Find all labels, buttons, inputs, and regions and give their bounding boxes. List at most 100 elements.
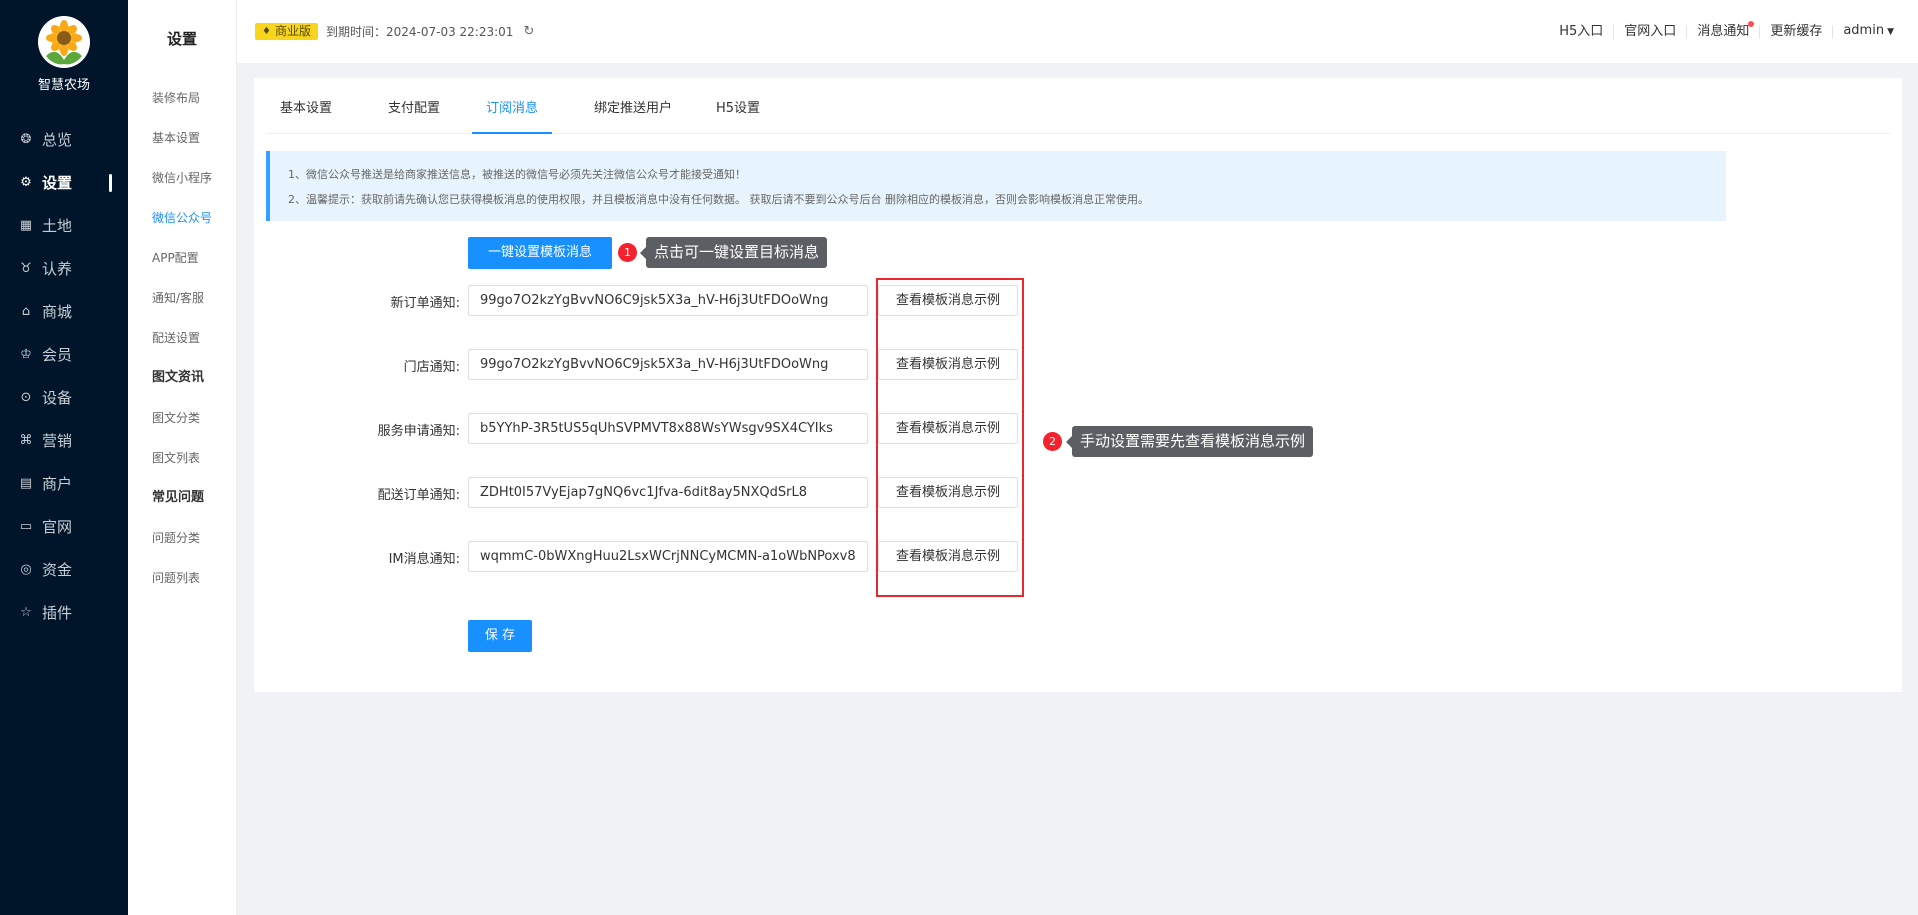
sidebar-item-1[interactable]: ⚙ 设置 <box>0 161 128 204</box>
edition-badge: ♦ 商业版 <box>255 23 318 40</box>
template-id-input[interactable] <box>468 477 868 508</box>
tab-subscribe[interactable]: 订阅消息 <box>472 96 553 134</box>
sidebar-item-9[interactable]: ▭ 官网 <box>0 505 128 548</box>
field-label: 服务申请通知: <box>377 424 460 439</box>
edition-badge-label: 商业版 <box>274 24 311 38</box>
notice-line-1: 1、微信公众号推送是给商家推送信息，被推送的微信号必须先关注微信公众号才能接受通… <box>288 168 746 181</box>
sidebar-item-label: 会员 <box>42 346 73 364</box>
tab-payment[interactable]: 支付配置 <box>374 96 454 134</box>
message-notice-link[interactable]: 消息通知 <box>1687 20 1761 39</box>
sidebar-item-label: 插件 <box>42 604 73 622</box>
refresh-icon[interactable]: ↻ <box>523 24 534 39</box>
sub-nav-item-0[interactable]: 装修布局 <box>128 78 236 118</box>
notice-line-2: 2、温馨提示：获取前请先确认您已获得模板消息的使用权限，并且模板消息中没有任何数… <box>288 193 1149 206</box>
sidebar-item-4[interactable]: ⌂ 商城 <box>0 290 128 333</box>
sub-nav-item-2[interactable]: 微信小程序 <box>128 158 236 198</box>
highlight-frame <box>876 278 1024 597</box>
sub-nav-group: 常见问题 <box>152 490 205 505</box>
sidebar-item-label: 总览 <box>42 131 73 149</box>
shop-icon: ⌂ <box>21 304 31 319</box>
sub-nav-item-1[interactable]: 基本设置 <box>128 118 236 158</box>
sub-nav-item-11[interactable]: 问题分类 <box>128 518 236 558</box>
message-notice-label: 消息通知 <box>1697 23 1750 39</box>
template-id-input[interactable] <box>468 349 868 380</box>
dashboard-icon: ❂ <box>20 132 32 147</box>
sidebar-item-0[interactable]: ❂ 总览 <box>0 118 128 161</box>
sidebar-item-label: 资金 <box>42 561 73 579</box>
user-menu[interactable]: admin ▼ <box>1833 24 1894 39</box>
sidebar-item-label: 土地 <box>42 217 73 235</box>
field-label: 新订单通知: <box>390 296 460 311</box>
fund-icon: ◎ <box>20 562 32 577</box>
template-id-input[interactable] <box>468 285 868 316</box>
grid-icon: ▦ <box>19 218 33 233</box>
unread-dot <box>1748 20 1755 27</box>
sidebar-item-7[interactable]: ⌘ 营销 <box>0 419 128 462</box>
step-2-tooltip: 手动设置需要先查看模板消息示例 <box>1065 426 1314 457</box>
sub-sidebar: 设置 装修布局 基本设置 微信小程序 微信公众号 APP配置 通知/客服 配送设置图文资讯图… <box>128 0 237 915</box>
merchant-icon: ▤ <box>19 476 33 491</box>
save-button[interactable]: 保 存 <box>468 620 532 652</box>
location-icon: ⊙ <box>20 390 32 405</box>
member-icon: ♔ <box>20 347 32 362</box>
sidebar-item-6[interactable]: ⊙ 设备 <box>0 376 128 419</box>
sidebar-item-5[interactable]: ♔ 会员 <box>0 333 128 376</box>
step-1-tooltip: 点击可一键设置目标消息 <box>639 237 828 268</box>
marketing-icon: ⌘ <box>19 433 33 448</box>
sub-nav-group: 图文资讯 <box>152 370 205 385</box>
website-entry-link[interactable]: 官网入口 <box>1614 24 1688 39</box>
sidebar-item-label: 商户 <box>42 475 73 493</box>
content-card: 基本设置 支付配置 订阅消息 绑定推送用户 H5设置 1、微信公众号推送是给商家… <box>254 78 1902 692</box>
sub-nav-item-3[interactable]: 微信公众号 <box>128 198 236 238</box>
sidebar-item-2[interactable]: ▦ 土地 <box>0 204 128 247</box>
sidebar-item-label: 设置 <box>42 174 73 192</box>
sidebar-item-label: 官网 <box>42 518 73 536</box>
update-cache-link[interactable]: 更新缓存 <box>1760 24 1834 39</box>
sub-nav-list: 装修布局 基本设置 微信小程序 微信公众号 APP配置 通知/客服 配送设置图文资讯图文分类… <box>128 78 236 598</box>
website-icon: ▭ <box>19 519 33 534</box>
settings-tabs: 基本设置 支付配置 订阅消息 绑定推送用户 H5设置 <box>266 96 1890 134</box>
step-1-marker: 1 <box>618 243 637 262</box>
brand-logo[interactable]: 智慧农场 <box>0 16 128 93</box>
step-2-marker: 2 <box>1043 432 1062 451</box>
expire-time: 到期时间：2024-07-03 22:23:01 <box>325 25 514 39</box>
top-header: ♦ 商业版 到期时间：2024-07-03 22:23:01 ↻ H5入口 官网… <box>237 0 1918 63</box>
diamond-icon: ♦ <box>262 26 271 37</box>
notice-alert: 1、微信公众号推送是给商家推送信息，被推送的微信号必须先关注微信公众号才能接受通… <box>266 151 1726 221</box>
sub-nav-item-12[interactable]: 问题列表 <box>128 558 236 598</box>
sub-nav-item-6[interactable]: 配送设置 <box>128 318 236 358</box>
tab-basic[interactable]: 基本设置 <box>266 96 346 134</box>
field-label: 配送订单通知: <box>377 488 460 503</box>
sub-nav-item-4[interactable]: APP配置 <box>128 238 236 278</box>
user-name: admin <box>1843 23 1885 38</box>
main-nav: ❂ 总览 ⚙ 设置 ▦ 土地 ♉ 认养 ⌂ 商城 ♔ 会员 ⊙ 设备 ⌘ 营销 ▤ 商户 ▭ 官网 ◎ 资金 ☆ 插件 <box>0 118 128 634</box>
h5-entry-link[interactable]: H5入口 <box>1549 24 1615 39</box>
sidebar-item-label: 营销 <box>42 432 73 450</box>
sidebar-item-3[interactable]: ♉ 认养 <box>0 247 128 290</box>
sub-nav-item-5[interactable]: 通知/客服 <box>128 278 236 318</box>
field-label: IM消息通知: <box>388 552 460 567</box>
sidebar-item-8[interactable]: ▤ 商户 <box>0 462 128 505</box>
template-id-input[interactable] <box>468 541 868 572</box>
brand-name: 智慧农场 <box>37 78 90 93</box>
sidebar-item-label: 商城 <box>42 303 73 321</box>
tab-bind-push-user[interactable]: 绑定推送用户 <box>580 96 686 134</box>
main-sidebar: 智慧农场 ❂ 总览 ⚙ 设置 ▦ 土地 ♉ 认养 ⌂ 商城 ♔ 会员 ⊙ 设备 ⌘ 营销 ▤ 商户 ▭ 官网 ◎ 资金 ☆ 插… <box>0 0 128 915</box>
tab-h5[interactable]: H5设置 <box>702 96 774 134</box>
auto-set-template-button[interactable]: 一键设置模板消息 <box>468 237 612 269</box>
template-id-input[interactable] <box>468 413 868 444</box>
sunflower-logo-icon <box>38 16 90 68</box>
sidebar-item-label: 设备 <box>42 389 73 407</box>
sidebar-item-label: 认养 <box>42 260 73 278</box>
adopt-icon: ♉ <box>20 261 32 276</box>
header-links: H5入口 官网入口 消息通知 更新缓存 admin ▼ <box>1549 0 1894 63</box>
caret-down-icon: ▼ <box>1887 27 1894 37</box>
sidebar-item-11[interactable]: ☆ 插件 <box>0 591 128 634</box>
sidebar-item-10[interactable]: ◎ 资金 <box>0 548 128 591</box>
sub-sidebar-title: 设置 <box>166 30 197 48</box>
star-icon: ☆ <box>20 605 32 620</box>
sub-nav-item-9[interactable]: 图文列表 <box>128 438 236 478</box>
gear-icon: ⚙ <box>20 175 32 190</box>
sub-nav-item-8[interactable]: 图文分类 <box>128 398 236 438</box>
field-label: 门店通知: <box>403 360 460 375</box>
